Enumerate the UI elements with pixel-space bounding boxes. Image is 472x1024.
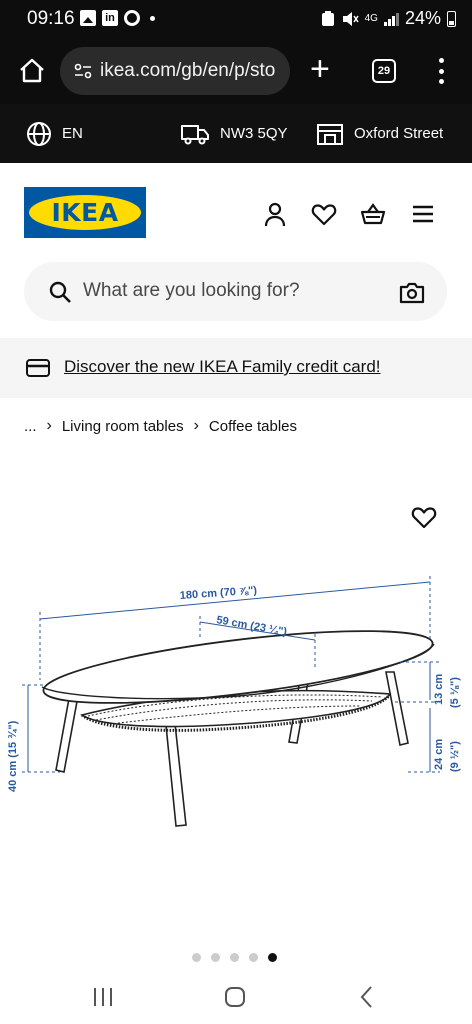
breadcrumb-item-coffee-tables[interactable]: Coffee tables <box>209 418 297 435</box>
shelf-gap-inches-label: (5 ⅛") <box>449 677 461 708</box>
basket-icon[interactable] <box>360 201 386 227</box>
menu-icon[interactable] <box>410 201 436 227</box>
status-bar: 09:16 in 4G 24% <box>0 0 472 38</box>
promo-link[interactable]: Discover the new IKEA Family credit card… <box>64 357 381 377</box>
shelf-height-dimension-label: 24 cm <box>433 739 445 770</box>
depth-dimension-label: 59 cm (23 ¼") <box>215 614 288 638</box>
breadcrumb: ... › Living room tables › Coffee tables <box>24 415 297 437</box>
user-icon[interactable] <box>262 201 288 227</box>
carousel-dot[interactable] <box>230 953 239 962</box>
shelf-gap-dimension-label: 13 cm <box>433 674 445 705</box>
recent-apps-icon[interactable] <box>88 984 118 1010</box>
ikea-info-bar: EN NW3 5QY Oxford Street <box>0 104 472 163</box>
store-selector[interactable]: Oxford Street <box>316 104 443 163</box>
height-dimension-label: 40 cm (15 ¾") <box>7 720 19 792</box>
mute-icon <box>342 11 359 26</box>
url-text[interactable]: ikea.com/gb/en/p/sto <box>100 60 275 82</box>
carousel-dot[interactable] <box>192 953 201 962</box>
logo-text: IKEA <box>51 198 119 227</box>
language-selector[interactable]: EN <box>26 104 83 163</box>
heart-icon[interactable] <box>311 201 337 227</box>
linkedin-icon: in <box>102 10 118 26</box>
breadcrumb-ellipsis[interactable]: ... <box>24 418 37 435</box>
carousel-dot[interactable] <box>249 953 258 962</box>
tab-switcher-button[interactable]: 29 <box>372 59 396 83</box>
battery-level: 24% <box>404 8 441 28</box>
site-settings-icon[interactable] <box>74 62 92 80</box>
home-button-icon[interactable] <box>220 984 250 1010</box>
search-icon[interactable] <box>48 280 72 304</box>
status-system-icons: 4G 24% <box>321 8 456 29</box>
back-icon[interactable] <box>352 984 382 1010</box>
promo-banner: Discover the new IKEA Family credit card… <box>0 338 472 398</box>
status-notification-icons: in <box>80 10 155 26</box>
image-carousel-dots <box>192 953 277 962</box>
store-icon <box>317 123 343 145</box>
new-tab-icon[interactable]: + <box>310 52 330 86</box>
shelf-height-inches-label: (9 ½") <box>449 741 461 772</box>
address-bar[interactable]: ikea.com/gb/en/p/sto <box>60 47 290 95</box>
chrome-icon <box>124 10 140 26</box>
browser-menu-icon[interactable] <box>438 58 444 84</box>
battery-saver-icon <box>321 10 334 26</box>
home-icon[interactable] <box>18 57 46 85</box>
status-time: 09:16 <box>27 8 75 29</box>
browser-toolbar: ikea.com/gb/en/p/sto + 29 <box>0 38 472 104</box>
battery-icon <box>447 10 456 27</box>
language-label[interactable]: EN <box>62 125 83 142</box>
logo-oval: IKEA <box>29 195 141 230</box>
ikea-logo[interactable]: IKEA <box>24 187 146 238</box>
postcode-selector[interactable]: NW3 5QY <box>180 104 288 163</box>
camera-search-icon[interactable] <box>399 279 425 305</box>
network-type: 4G <box>364 12 378 24</box>
credit-card-icon <box>26 359 50 377</box>
globe-icon <box>27 121 51 146</box>
search-input[interactable] <box>83 276 383 306</box>
android-navigation-bar <box>0 970 472 1024</box>
save-to-favourites-heart-icon[interactable] <box>411 505 437 529</box>
product-dimension-drawing[interactable]: 180 cm (70 ⅞") 59 cm (23 ¼") 40 cm (15 ¾… <box>0 560 472 840</box>
store-label[interactable]: Oxford Street <box>354 125 443 142</box>
postcode-label[interactable]: NW3 5QY <box>220 125 288 142</box>
photo-icon <box>80 10 96 26</box>
delivery-truck-icon <box>181 124 209 144</box>
signal-icon <box>383 11 399 26</box>
breadcrumb-item-living-room-tables[interactable]: Living room tables <box>62 418 184 435</box>
notification-dot <box>150 15 155 21</box>
chevron-right-icon: › <box>46 417 52 434</box>
search-bar[interactable] <box>24 262 447 321</box>
carousel-dot[interactable] <box>211 953 220 962</box>
chevron-right-icon: › <box>193 417 199 434</box>
carousel-dot-active[interactable] <box>268 953 277 962</box>
